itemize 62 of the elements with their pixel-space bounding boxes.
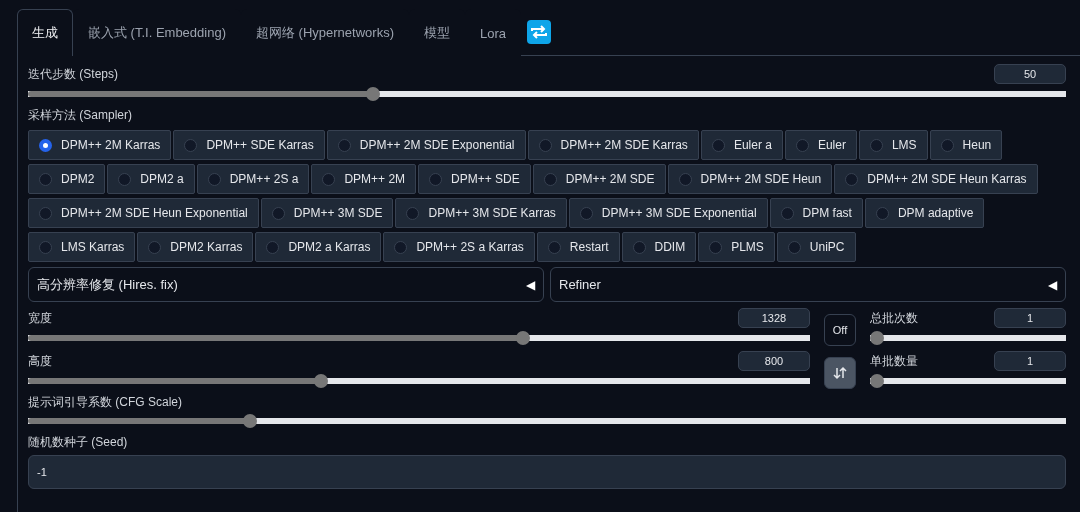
sampler-option[interactable]: Heun xyxy=(929,130,1003,160)
sampler-option[interactable]: DPM++ 2M SDE Heun Exponential xyxy=(28,198,259,228)
slider-thumb[interactable] xyxy=(365,87,380,101)
number-field[interactable]: 800 xyxy=(738,351,810,371)
number-field[interactable]: 1328 xyxy=(738,308,810,328)
sampler-option[interactable]: DPM++ SDE Karras xyxy=(173,130,325,160)
sampler-option[interactable]: DPM++ 2M SDE Heun Karras xyxy=(834,164,1038,194)
slider-thumb[interactable] xyxy=(870,331,884,345)
field-label: 迭代步数 (Steps) xyxy=(28,65,118,83)
number-field[interactable]: 1 xyxy=(994,351,1066,371)
seed-field[interactable]: -1 xyxy=(28,455,1066,489)
sampler-option[interactable]: DPM++ 3M SDE xyxy=(260,198,394,228)
slider-thumb[interactable] xyxy=(314,374,329,388)
sampler-option[interactable]: DPM fast xyxy=(769,198,863,228)
sampler-option[interactable]: DPM++ 2M SDE Karras xyxy=(527,130,699,160)
accordion-title: 高分辨率修复 (Hires. fix) xyxy=(37,275,178,294)
collapse-marker: ◀ xyxy=(1048,277,1057,292)
number-field[interactable]: 1 xyxy=(994,308,1066,328)
sampler-option[interactable]: PLMS xyxy=(698,232,775,262)
refresh-button[interactable] xyxy=(527,20,551,44)
sampler-option[interactable]: DPM++ 2M SDE Heun xyxy=(667,164,833,194)
slider-thumb[interactable] xyxy=(243,414,258,428)
off-button[interactable]: Off xyxy=(824,314,856,346)
sampler-option[interactable]: DPM2 a xyxy=(107,164,195,194)
sampler-option[interactable]: DPM++ 2M SDE xyxy=(532,164,666,194)
sampler-option[interactable]: DPM++ 2M SDE Exponential xyxy=(326,130,526,160)
sampler-option[interactable]: LMS Karras xyxy=(28,232,136,262)
sampler-option[interactable]: DPM2 a Karras xyxy=(255,232,382,262)
sampler-option[interactable]: DPM++ 2S a xyxy=(196,164,310,194)
sampler-option[interactable]: DDIM xyxy=(621,232,697,262)
sampler-option[interactable]: DPM++ 3M SDE Exponential xyxy=(568,198,768,228)
sampler-option[interactable]: Restart xyxy=(536,232,620,262)
field-label: 单批数量 xyxy=(870,352,918,370)
sampler-option[interactable]: DPM adaptive xyxy=(864,198,985,228)
sampler-option[interactable]: DPM++ 2M Karras xyxy=(28,130,172,160)
refresh-icon xyxy=(530,24,548,40)
tab[interactable]: 生成 xyxy=(17,9,73,56)
sampler-option[interactable]: DPM++ 2S a Karras xyxy=(383,232,535,262)
sampler-option[interactable]: DPM2 xyxy=(28,164,106,194)
slider-thumb[interactable] xyxy=(516,331,531,345)
sampler-option[interactable]: DPM++ 3M SDE Karras xyxy=(395,198,567,228)
sampler-option[interactable]: DPM++ 2M xyxy=(311,164,417,194)
sampler-option[interactable]: DPM++ SDE xyxy=(418,164,531,194)
sampler-option[interactable]: Euler xyxy=(784,130,857,160)
accordion-title: Refiner xyxy=(559,277,601,292)
number-field[interactable]: 50 xyxy=(994,64,1066,84)
collapse-marker: ◀ xyxy=(526,277,535,292)
field-label: 宽度 xyxy=(28,309,52,327)
field-label: 高度 xyxy=(28,352,52,370)
field-label: 总批次数 xyxy=(870,309,918,327)
field-label: 采样方法 (Sampler) xyxy=(28,107,133,124)
sampler-option[interactable]: DPM2 Karras xyxy=(137,232,254,262)
slider-thumb[interactable] xyxy=(870,374,884,388)
sampler-option[interactable]: Euler a xyxy=(700,130,783,160)
field-label: 提示词引导系数 (CFG Scale) xyxy=(28,394,182,411)
sampler-option[interactable]: UniPC xyxy=(776,232,856,262)
field-label: 随机数种子 (Seed) xyxy=(28,434,129,451)
swap-button[interactable] xyxy=(824,357,856,389)
accordion-header[interactable]: Refiner ◀ xyxy=(550,267,1066,302)
sampler-option[interactable]: LMS xyxy=(858,130,928,160)
swap-icon xyxy=(833,366,847,380)
accordion-header[interactable]: 高分辨率修复 (Hires. fix) ◀ xyxy=(28,267,544,302)
